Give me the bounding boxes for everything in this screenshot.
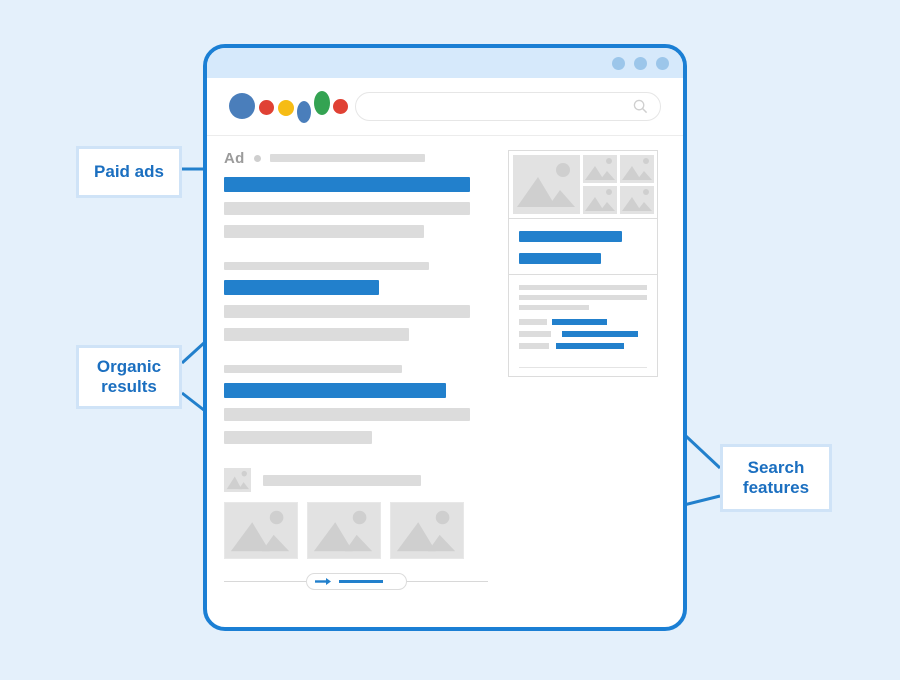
pager-pill[interactable] [305, 573, 407, 590]
organic-2-url-bar [224, 365, 402, 373]
organic-2-title-bar[interactable] [224, 383, 446, 398]
kp-thumb-4[interactable] [620, 186, 654, 214]
ad-separator-dot [253, 154, 261, 162]
kp-attribute-row [519, 331, 647, 337]
kp-attribute-row [519, 343, 647, 349]
organic-1-url-bar [224, 262, 429, 270]
knowledge-panel-details [509, 274, 657, 363]
pager-progress-bar [338, 580, 383, 583]
organic-result-1[interactable] [224, 262, 488, 341]
thumb-3[interactable] [390, 502, 464, 559]
organic-1-snippet-line-1 [224, 305, 470, 318]
callout-organic-results: Organic results [76, 345, 182, 409]
thumb-2[interactable] [307, 502, 381, 559]
pager-line-right [406, 581, 488, 582]
kp-attr-value-3[interactable] [556, 343, 624, 349]
callout-features-line1: Search [747, 457, 805, 477]
window-dot-2[interactable] [634, 56, 647, 70]
search-header [207, 78, 683, 136]
knowledge-panel-images [509, 151, 657, 218]
knowledge-panel-attributes [519, 319, 647, 349]
organic-2-snippet-line-1 [224, 408, 470, 421]
organic-1-title-bar[interactable] [224, 280, 379, 295]
kp-attr-label-2 [519, 331, 551, 337]
browser-window: Ad [203, 44, 687, 631]
kp-attr-label-3 [519, 343, 549, 349]
illustration-canvas: Paid ads Organic results Search features [0, 0, 900, 680]
kp-thumb-2[interactable] [620, 155, 654, 183]
image-icon [224, 468, 251, 492]
kp-text-line-2 [519, 295, 647, 300]
hero-image[interactable] [513, 155, 580, 214]
kp-text-line-3 [519, 305, 589, 310]
kp-attr-value-2[interactable] [562, 331, 638, 337]
image-carousel-thumbnails [224, 502, 488, 559]
thumb-1[interactable] [224, 502, 298, 559]
organic-result-2[interactable] [224, 365, 488, 444]
ad-url-placeholder [269, 154, 425, 162]
kp-attr-label-1 [519, 319, 547, 325]
window-dot-1[interactable] [612, 56, 625, 70]
browser-titlebar [207, 48, 683, 78]
pagination-control [224, 573, 488, 590]
organic-2-snippet-line-2 [224, 431, 372, 444]
ad-label: Ad [224, 149, 245, 167]
ad-snippet-line-2 [224, 225, 424, 238]
search-input[interactable] [355, 92, 661, 121]
knowledge-panel-footer-divider [519, 367, 647, 368]
organic-1-snippet-line-2 [224, 328, 409, 341]
kp-thumb-1[interactable] [583, 155, 617, 183]
callout-organic-line2: results [101, 377, 157, 396]
ad-title-bar[interactable] [224, 177, 470, 192]
kp-link-1[interactable] [519, 231, 622, 242]
pager-line-left [224, 581, 306, 582]
kp-attr-value-1[interactable] [552, 319, 607, 325]
callout-search-features-label: Search features [743, 458, 809, 498]
callout-features-line2: features [742, 478, 810, 497]
callout-paid-ads-label: Paid ads [94, 161, 164, 181]
knowledge-panel [508, 150, 658, 377]
window-dot-3[interactable] [656, 56, 669, 70]
magnifier-icon [633, 99, 648, 114]
serp-content: Ad [207, 136, 683, 627]
kp-link-2[interactable] [519, 253, 601, 264]
knowledge-panel-links [509, 218, 657, 274]
callout-paid-ads: Paid ads [76, 146, 182, 198]
knowledge-panel-thumb-grid [583, 155, 654, 214]
google-logo [229, 88, 348, 126]
callout-organic-line1: Organic [96, 356, 162, 376]
kp-text-line-1 [519, 285, 647, 290]
callout-organic-results-label: Organic results [97, 357, 161, 397]
arrow-right-icon [314, 578, 331, 585]
image-carousel [224, 468, 488, 590]
ad-meta-row: Ad [224, 149, 488, 167]
image-carousel-title-bar [263, 474, 421, 486]
callout-search-features: Search features [720, 444, 832, 512]
ad-result[interactable]: Ad [224, 150, 488, 238]
kp-attribute-row [519, 319, 647, 325]
ad-snippet-line-1 [224, 202, 470, 215]
image-carousel-header [224, 468, 488, 492]
results-column: Ad [224, 150, 488, 627]
kp-thumb-3[interactable] [583, 186, 617, 214]
knowledge-panel-column [508, 150, 658, 627]
